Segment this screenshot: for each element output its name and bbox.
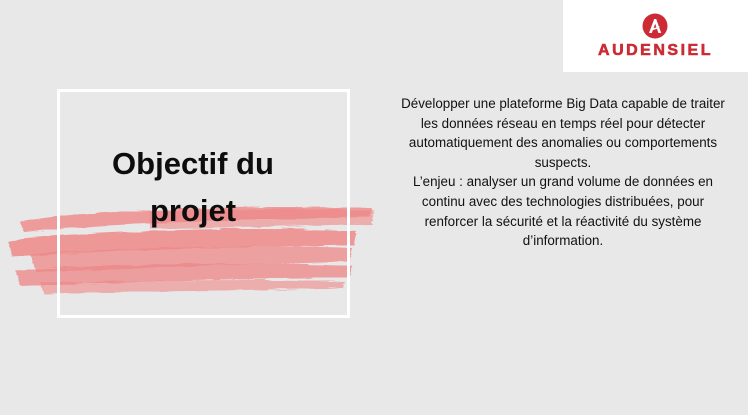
slide-title: Objectif du projet [57, 140, 329, 234]
slide-title-line-2: projet [149, 193, 237, 228]
project-description: Développer une plateforme Big Data capab… [398, 94, 728, 251]
description-paragraph-2: L’enjeu : analyser un grand volume de do… [412, 174, 714, 249]
slide-title-line-1: Objectif du [112, 146, 274, 181]
description-paragraph-1: Développer une plateforme Big Data capab… [401, 96, 725, 170]
